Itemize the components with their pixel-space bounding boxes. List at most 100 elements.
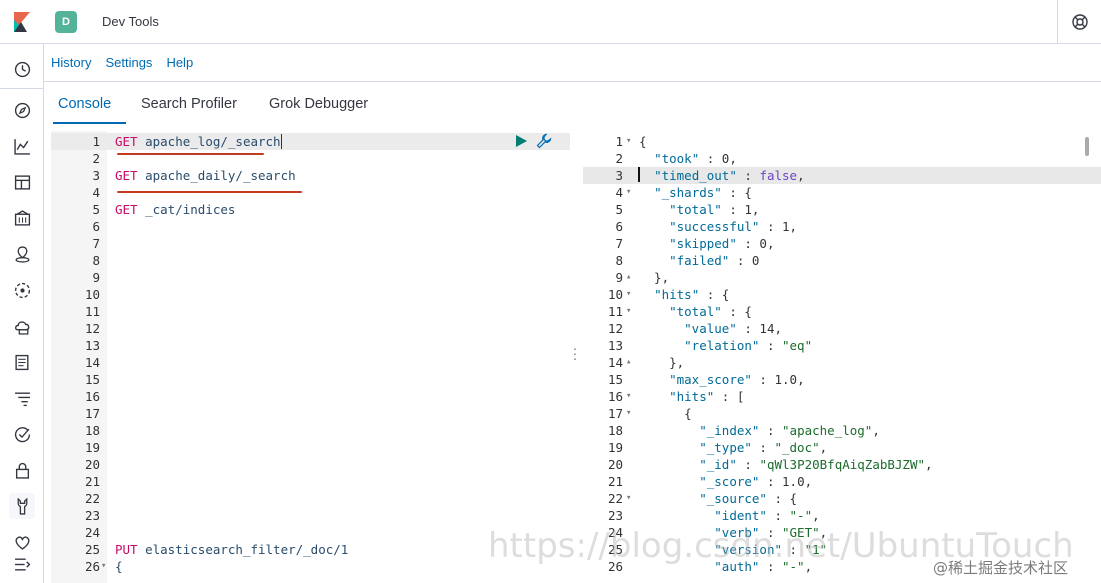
line-number: 10 — [607, 287, 623, 302]
settings-link[interactable]: Settings — [105, 55, 152, 70]
response-json-text: "ident" : "-", — [714, 508, 820, 523]
wrench-icon[interactable] — [536, 133, 552, 149]
request-line[interactable]: 6 — [51, 218, 570, 235]
line-number: 2 — [615, 151, 623, 166]
request-line[interactable]: 15 — [51, 371, 570, 388]
request-line[interactable]: 17 — [51, 405, 570, 422]
response-json-text: "auth" : "-", — [714, 559, 813, 574]
line-number: 23 — [84, 508, 100, 523]
line-number: 14 — [607, 355, 623, 370]
request-line[interactable]: 11 — [51, 303, 570, 320]
apm-icon[interactable] — [9, 385, 35, 411]
http-method: GET — [115, 168, 138, 183]
line-number: 4 — [92, 185, 100, 200]
response-line: 3 "timed_out" : false, — [583, 167, 1101, 184]
canvas-icon[interactable] — [9, 205, 35, 231]
fold-toggle-icon[interactable]: ▾ — [626, 303, 631, 320]
machine-learning-icon[interactable] — [9, 277, 35, 303]
response-json-text: "hits" : { — [654, 287, 730, 302]
fold-toggle-icon[interactable]: ▾ — [626, 405, 631, 422]
request-line[interactable]: 5 GET _cat/indices — [51, 201, 570, 218]
request-line[interactable]: 19 — [51, 439, 570, 456]
request-line[interactable]: 24 — [51, 524, 570, 541]
request-line[interactable]: 1 GET apache_log/_search — [51, 133, 570, 150]
response-json-text: "total" : { — [669, 304, 752, 319]
line-number: 11 — [84, 304, 100, 319]
fold-toggle-icon[interactable]: ▾ — [626, 184, 631, 201]
request-line[interactable]: 25 PUT elasticsearch_filter/_doc/1 — [51, 541, 570, 558]
fold-toggle-icon[interactable]: ▾ — [626, 133, 631, 150]
line-number: 13 — [84, 338, 100, 353]
request-line[interactable]: 10 — [51, 286, 570, 303]
request-line[interactable]: 21 — [51, 473, 570, 490]
line-number: 1 — [615, 134, 623, 149]
response-line: 24 "verb" : "GET", — [583, 524, 1101, 541]
request-line[interactable]: 22 — [51, 490, 570, 507]
response-json-text: "skipped" : 0, — [669, 236, 775, 251]
request-line[interactable]: 18 — [51, 422, 570, 439]
request-line[interactable]: 8 — [51, 252, 570, 269]
play-icon[interactable] — [514, 134, 528, 148]
help-link[interactable]: Help — [166, 55, 193, 70]
response-json-text: "_index" : "apache_log", — [699, 423, 880, 438]
kibana-logo[interactable] — [0, 0, 44, 44]
request-editor[interactable]: 1 GET apache_log/_search 2 3 GET apache_dail… — [51, 131, 570, 583]
http-method: GET — [115, 134, 138, 149]
dev-tools-icon[interactable] — [9, 493, 35, 519]
help-menu-button[interactable] — [1057, 0, 1101, 44]
request-line[interactable]: 7 — [51, 235, 570, 252]
header-bar: D Dev Tools — [0, 0, 1101, 44]
visualize-icon[interactable] — [9, 133, 35, 159]
request-line[interactable]: 3 GET apache_daily/_search — [51, 167, 570, 184]
request-line[interactable]: 16 — [51, 388, 570, 405]
history-link[interactable]: History — [51, 55, 91, 70]
request-line[interactable]: 12 — [51, 320, 570, 337]
request-path: elasticsearch_filter/_doc/1 — [145, 542, 349, 557]
tab-grok-debugger[interactable]: Grok Debugger — [269, 96, 368, 112]
response-json-text: { — [639, 134, 647, 149]
security-icon[interactable] — [9, 457, 35, 483]
line-number: 15 — [607, 372, 623, 387]
fold-toggle-icon[interactable]: ▴ — [626, 269, 631, 286]
line-number: 21 — [84, 474, 100, 489]
kibana-logo-icon — [14, 11, 30, 32]
recently-viewed-icon[interactable] — [9, 56, 35, 82]
uptime-icon[interactable] — [9, 421, 35, 447]
request-line[interactable]: 26 ▾ { — [51, 558, 570, 575]
request-line[interactable]: 23 — [51, 507, 570, 524]
space-avatar[interactable]: D — [55, 10, 77, 33]
response-line: 1 ▾ { — [583, 133, 1101, 150]
discover-icon[interactable] — [9, 97, 35, 123]
fold-toggle-icon[interactable]: ▴ — [626, 354, 631, 371]
fold-toggle-icon[interactable]: ▾ — [626, 286, 631, 303]
dashboard-icon[interactable] — [9, 169, 35, 195]
request-line[interactable]: 14 — [51, 354, 570, 371]
response-line: 21 "_score" : 1.0, — [583, 473, 1101, 490]
request-line[interactable]: 20 — [51, 456, 570, 473]
fold-toggle-icon[interactable]: ▾ — [101, 558, 106, 575]
line-number: 24 — [84, 525, 100, 540]
line-number: 9 — [615, 270, 623, 285]
maps-icon[interactable] — [9, 241, 35, 267]
infrastructure-icon[interactable] — [9, 313, 35, 339]
dev-tools-menu: History Settings Help — [44, 44, 1101, 82]
tab-search-profiler[interactable]: Search Profiler — [141, 96, 237, 112]
line-number: 5 — [615, 202, 623, 217]
panel-resizer[interactable]: · · · — [572, 341, 578, 365]
logs-icon[interactable] — [9, 349, 35, 375]
collapse-nav-icon[interactable] — [9, 551, 35, 577]
fold-toggle-icon[interactable]: ▾ — [626, 388, 631, 405]
response-editor[interactable]: 1 ▾{2 "took" : 0, 3 "timed_out" : false, 4 ▾… — [583, 131, 1101, 583]
response-scrollbar[interactable] — [1085, 137, 1089, 156]
text-cursor — [281, 134, 282, 149]
page-title: Dev Tools — [102, 14, 159, 29]
tab-console[interactable]: Console — [58, 96, 111, 112]
request-line[interactable]: 13 — [51, 337, 570, 354]
line-number: 19 — [607, 440, 623, 455]
fold-toggle-icon[interactable]: ▾ — [626, 490, 631, 507]
line-number: 7 — [92, 236, 100, 251]
line-number: 12 — [607, 321, 623, 336]
request-line[interactable]: 9 — [51, 269, 570, 286]
response-line: 19 "_type" : "_doc", — [583, 439, 1101, 456]
line-number: 18 — [84, 423, 100, 438]
